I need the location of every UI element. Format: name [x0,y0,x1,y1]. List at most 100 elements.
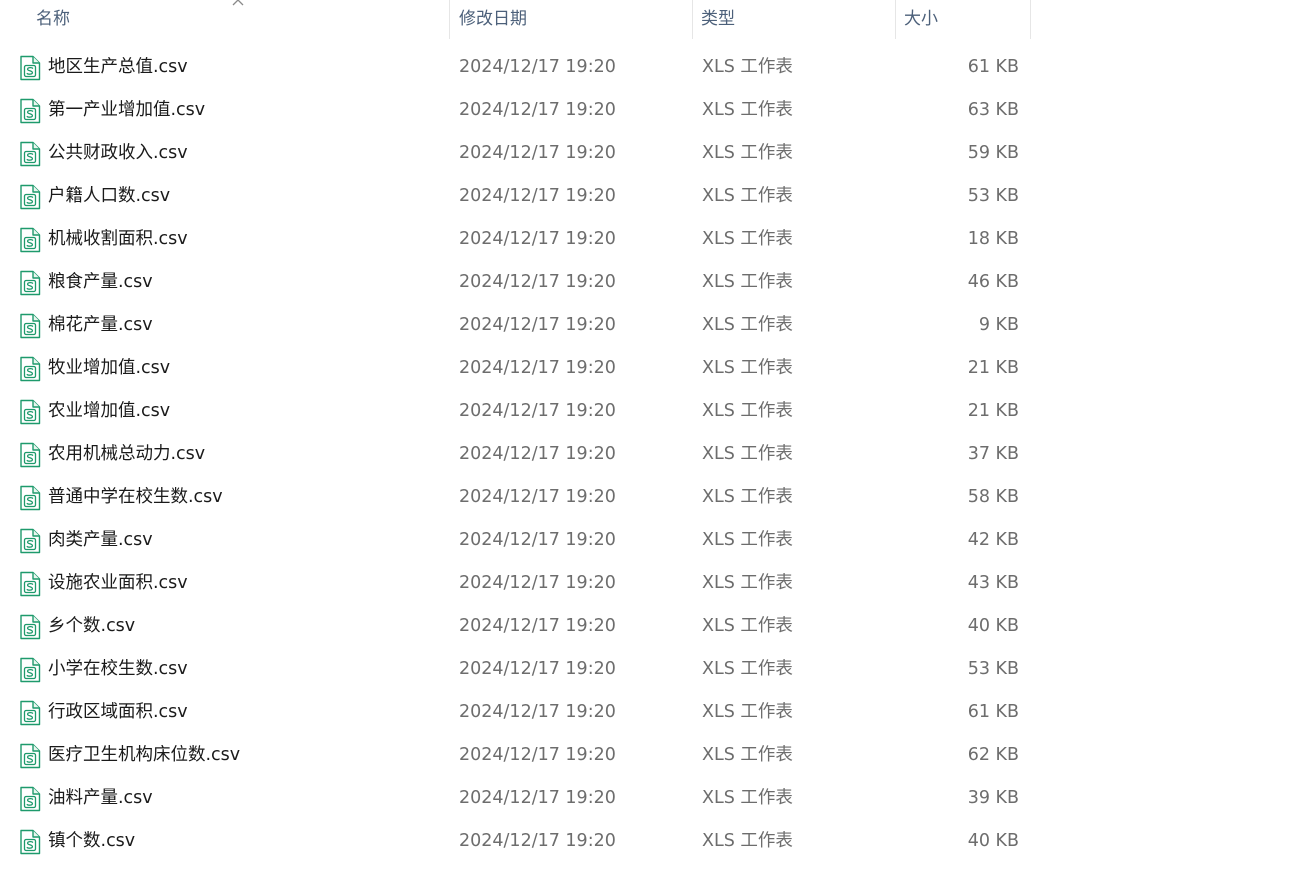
file-type: XLS 工作表 [702,530,793,550]
file-size: 40 KB [967,831,1019,851]
file-modified-date: 2024/12/17 19:20 [459,401,616,421]
file-type: XLS 工作表 [702,573,793,593]
file-name: 油料产量.csv [48,788,153,808]
file-size: 43 KB [967,573,1019,593]
file-name: 肉类产量.csv [48,530,153,550]
file-size: 40 KB [967,616,1019,636]
spreadsheet-s-icon [20,743,41,769]
file-size: 18 KB [967,229,1019,249]
column-header-row: 名称 修改日期 类型 大小 [0,0,1289,39]
file-type: XLS 工作表 [702,272,793,292]
column-divider[interactable] [1030,0,1031,39]
file-modified-date: 2024/12/17 19:20 [459,315,616,335]
spreadsheet-s-icon [20,356,41,382]
file-row[interactable]: 油料产量.csv 2024/12/17 19:20 XLS 工作表 39 KB [0,777,1289,820]
file-name: 乡个数.csv [48,616,136,636]
file-type: XLS 工作表 [702,616,793,636]
file-name: 医疗卫生机构床位数.csv [48,745,241,765]
file-type: XLS 工作表 [702,229,793,249]
spreadsheet-s-icon [20,270,41,296]
file-row[interactable]: 行政区域面积.csv 2024/12/17 19:20 XLS 工作表 61 KB [0,691,1289,734]
file-size: 21 KB [967,358,1019,378]
file-name: 粮食产量.csv [48,272,153,292]
file-row[interactable]: 设施农业面积.csv 2024/12/17 19:20 XLS 工作表 43 KB [0,562,1289,605]
file-size: 42 KB [967,530,1019,550]
spreadsheet-s-icon [20,442,41,468]
spreadsheet-s-icon [20,399,41,425]
file-row[interactable]: 小学在校生数.csv 2024/12/17 19:20 XLS 工作表 53 KB [0,648,1289,691]
file-name: 农业增加值.csv [48,401,171,421]
file-modified-date: 2024/12/17 19:20 [459,745,616,765]
file-modified-date: 2024/12/17 19:20 [459,143,616,163]
spreadsheet-s-icon [20,313,41,339]
file-row[interactable]: 肉类产量.csv 2024/12/17 19:20 XLS 工作表 42 KB [0,519,1289,562]
column-header-size[interactable]: 大小 [896,0,1030,39]
file-type: XLS 工作表 [702,358,793,378]
file-size: 53 KB [967,186,1019,206]
file-type: XLS 工作表 [702,401,793,421]
file-row[interactable]: 公共财政收入.csv 2024/12/17 19:20 XLS 工作表 59 KB [0,132,1289,175]
spreadsheet-s-icon [20,227,41,253]
file-name: 户籍人口数.csv [48,186,171,206]
file-name: 地区生产总值.csv [48,57,188,77]
file-type: XLS 工作表 [702,57,793,77]
file-row[interactable]: 第一产业增加值.csv 2024/12/17 19:20 XLS 工作表 63 KB [0,89,1289,132]
file-row[interactable]: 机械收割面积.csv 2024/12/17 19:20 XLS 工作表 18 KB [0,218,1289,261]
file-list: 地区生产总值.csv 2024/12/17 19:20 XLS 工作表 61 KB 第一… [0,46,1289,863]
file-modified-date: 2024/12/17 19:20 [459,573,616,593]
file-modified-date: 2024/12/17 19:20 [459,702,616,722]
file-row[interactable]: 镇个数.csv 2024/12/17 19:20 XLS 工作表 40 KB [0,820,1289,863]
file-size: 61 KB [967,702,1019,722]
file-type: XLS 工作表 [702,186,793,206]
column-header-date[interactable]: 修改日期 [451,0,692,39]
file-name: 小学在校生数.csv [48,659,188,679]
file-row[interactable]: 普通中学在校生数.csv 2024/12/17 19:20 XLS 工作表 58 KB [0,476,1289,519]
column-header-type[interactable]: 类型 [693,0,895,39]
spreadsheet-s-icon [20,786,41,812]
spreadsheet-s-icon [20,829,41,855]
spreadsheet-s-icon [20,55,41,81]
column-header-name[interactable]: 名称 [28,0,449,39]
file-name: 棉花产量.csv [48,315,153,335]
spreadsheet-s-icon [20,571,41,597]
file-type: XLS 工作表 [702,745,793,765]
file-type: XLS 工作表 [702,143,793,163]
file-modified-date: 2024/12/17 19:20 [459,788,616,808]
file-modified-date: 2024/12/17 19:20 [459,659,616,679]
file-row[interactable]: 农业增加值.csv 2024/12/17 19:20 XLS 工作表 21 KB [0,390,1289,433]
file-size: 63 KB [967,100,1019,120]
file-modified-date: 2024/12/17 19:20 [459,444,616,464]
file-row[interactable]: 牧业增加值.csv 2024/12/17 19:20 XLS 工作表 21 KB [0,347,1289,390]
file-row[interactable]: 医疗卫生机构床位数.csv 2024/12/17 19:20 XLS 工作表 62 K… [0,734,1289,777]
file-modified-date: 2024/12/17 19:20 [459,229,616,249]
spreadsheet-s-icon [20,528,41,554]
file-row[interactable]: 乡个数.csv 2024/12/17 19:20 XLS 工作表 40 KB [0,605,1289,648]
file-type: XLS 工作表 [702,487,793,507]
file-row[interactable]: 农用机械总动力.csv 2024/12/17 19:20 XLS 工作表 37 KB [0,433,1289,476]
file-size: 37 KB [967,444,1019,464]
file-type: XLS 工作表 [702,100,793,120]
file-size: 61 KB [967,57,1019,77]
file-row[interactable]: 棉花产量.csv 2024/12/17 19:20 XLS 工作表 9 KB [0,304,1289,347]
file-row[interactable]: 粮食产量.csv 2024/12/17 19:20 XLS 工作表 46 KB [0,261,1289,304]
file-modified-date: 2024/12/17 19:20 [459,100,616,120]
file-name: 牧业增加值.csv [48,358,171,378]
spreadsheet-s-icon [20,141,41,167]
column-divider[interactable] [449,0,450,39]
file-size: 62 KB [967,745,1019,765]
file-row[interactable]: 户籍人口数.csv 2024/12/17 19:20 XLS 工作表 53 KB [0,175,1289,218]
file-size: 46 KB [967,272,1019,292]
file-size: 58 KB [967,487,1019,507]
file-modified-date: 2024/12/17 19:20 [459,831,616,851]
file-name: 机械收割面积.csv [48,229,188,249]
spreadsheet-s-icon [20,700,41,726]
file-modified-date: 2024/12/17 19:20 [459,186,616,206]
file-modified-date: 2024/12/17 19:20 [459,616,616,636]
file-row[interactable]: 地区生产总值.csv 2024/12/17 19:20 XLS 工作表 61 KB [0,46,1289,89]
file-size: 21 KB [967,401,1019,421]
file-modified-date: 2024/12/17 19:20 [459,530,616,550]
file-type: XLS 工作表 [702,702,793,722]
file-type: XLS 工作表 [702,315,793,335]
spreadsheet-s-icon [20,657,41,683]
file-name: 镇个数.csv [48,831,136,851]
